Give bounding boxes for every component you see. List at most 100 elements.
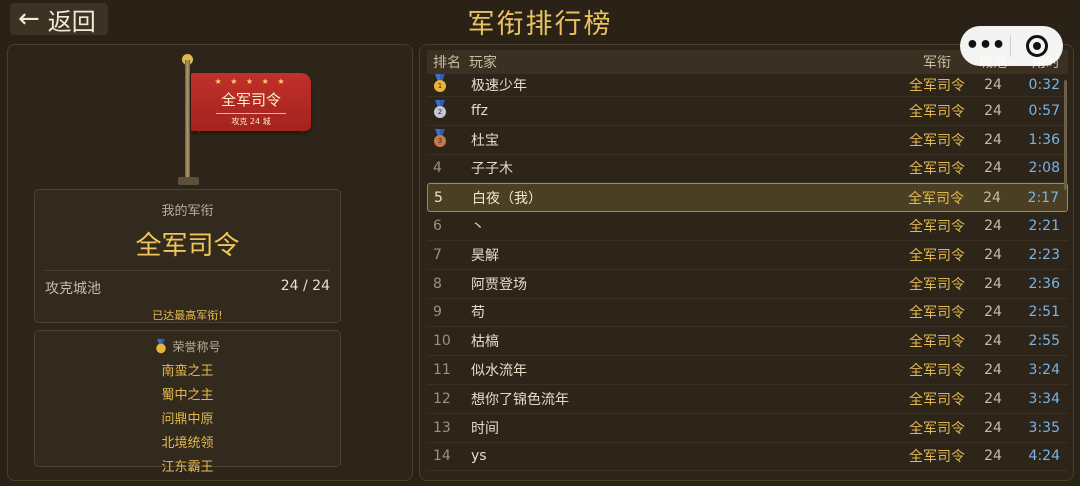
card-divider — [45, 270, 330, 271]
flag-divider — [216, 113, 286, 114]
player-name: 昊解 — [471, 247, 499, 264]
cities-value: 24 / 24 — [280, 278, 330, 294]
player-cities: 24 — [984, 160, 1002, 177]
leaderboard-list[interactable]: 1 极速少年 全军司令 24 0:32 2 ffz 全军司令 24 0:57 3 杜宝 全军司令 24 1:… — [427, 74, 1068, 472]
medal-icon — [156, 338, 167, 354]
table-row[interactable]: 9 苟 全军司令 24 2:51 — [427, 299, 1068, 328]
player-cities: 24 — [984, 304, 1002, 321]
player-title: 全军司令 — [908, 190, 964, 207]
rank-number: 10 — [433, 333, 451, 350]
table-row[interactable]: 8 阿贾登场 全军司令 24 2:36 — [427, 270, 1068, 299]
player-cities: 24 — [983, 189, 1001, 206]
table-row[interactable]: 10 枯槁 全军司令 24 2:55 — [427, 327, 1068, 357]
player-time: 3:24 — [1028, 362, 1060, 379]
table-row-self[interactable]: 5 白夜（我） 全军司令 24 2:17 — [427, 183, 1068, 213]
table-row[interactable]: 7 昊解 全军司令 24 2:23 — [427, 241, 1068, 270]
player-cities: 24 — [984, 448, 1002, 465]
rank-number: 14 — [433, 448, 451, 465]
table-row[interactable]: 14 ys 全军司令 24 4:24 — [427, 443, 1068, 472]
rank-number: 4 — [433, 160, 442, 177]
miniprogram-capsule: ••• — [960, 26, 1063, 66]
player-title: 全军司令 — [909, 449, 965, 466]
max-rank-note: 已达最高军衔! — [152, 309, 223, 322]
flag-rank: 全军司令 — [220, 91, 281, 109]
honor-item: 江东霸王 — [161, 460, 214, 475]
player-time: 0:57 — [1028, 102, 1060, 119]
player-cities: 24 — [984, 218, 1002, 235]
player-cities: 24 — [984, 77, 1002, 93]
player-name: 阿贾登场 — [471, 276, 527, 293]
honor-item: 问鼎中原 — [161, 412, 214, 427]
player-cities: 24 — [984, 275, 1002, 292]
honor-titles-header: 荣誉称号 — [35, 337, 340, 355]
table-row[interactable]: 4 子子木 全军司令 24 2:08 — [427, 155, 1068, 184]
rank-number: 6 — [433, 218, 442, 235]
medal-rank-number: 2 — [434, 105, 446, 118]
star-icons: ★ ★ ★ ★ ★ — [214, 77, 288, 86]
player-title: 全军司令 — [909, 132, 965, 149]
flag-base — [178, 177, 199, 185]
table-row[interactable]: 6 丶 全军司令 24 2:21 — [427, 212, 1068, 241]
honor-item: 南蛮之王 — [161, 364, 214, 379]
leaderboard-panel[interactable]: 排名 玩家 军衔 城池 用时 1极速少年全军司令240:322ffz全军司令24… — [419, 44, 1074, 481]
player-time: 0:32 — [1028, 77, 1060, 93]
player-time: 2:36 — [1028, 275, 1060, 292]
player-time: 2:51 — [1028, 304, 1060, 321]
player-name: 想你了锦色流年 — [471, 391, 569, 408]
player-cities: 24 — [984, 362, 1002, 379]
gold-medal-icon: 1 — [427, 74, 463, 96]
silver-medal-icon: 2 — [427, 99, 463, 122]
page-title: 军衔排行榜 — [467, 9, 613, 40]
rank-number: 13 — [433, 419, 451, 436]
table-row[interactable]: 1 极速少年 全军司令 24 0:32 — [427, 74, 1068, 97]
player-time: 2:17 — [1027, 189, 1059, 206]
rank-number: 9 — [433, 304, 442, 321]
flag-pole — [185, 60, 190, 182]
table-row[interactable]: 13 时间 全军司令 24 3:35 — [427, 414, 1068, 443]
player-title: 全军司令 — [909, 334, 965, 351]
player-cities: 24 — [984, 333, 1002, 350]
player-title: 全军司令 — [909, 276, 965, 293]
table-row[interactable]: 12 想你了锦色流年 全军司令 24 3:34 — [427, 385, 1068, 414]
flag-subtitle: 攻克 24 城 — [231, 117, 271, 126]
player-name: 枯槁 — [471, 334, 499, 351]
rank-number: 8 — [433, 275, 442, 292]
player-cities: 24 — [984, 419, 1002, 436]
player-name: 似水流年 — [471, 363, 527, 380]
player-name: ys — [471, 448, 487, 465]
rank-number: 12 — [433, 390, 451, 407]
player-name: 极速少年 — [471, 78, 527, 94]
scrollbar[interactable] — [1064, 80, 1067, 190]
player-name: ffz — [471, 102, 488, 119]
my-rank-card: 我的军衔 全军司令 攻克城池 24 / 24 已达最高军衔! — [34, 189, 341, 323]
player-time: 2:21 — [1028, 218, 1060, 235]
player-time: 1:36 — [1028, 131, 1060, 148]
player-name: 苟 — [471, 305, 485, 322]
player-title: 全军司令 — [909, 78, 965, 94]
player-time: 2:23 — [1028, 246, 1060, 263]
rank-number: 7 — [433, 246, 442, 263]
table-row[interactable]: 11 似水流年 全军司令 24 3:24 — [427, 356, 1068, 385]
player-title: 全军司令 — [909, 363, 965, 380]
player-name: 丶 — [471, 219, 485, 236]
honor-titles-card: 荣誉称号 南蛮之王 蜀中之主 问鼎中原 北境统领 江东霸王 — [34, 330, 341, 475]
player-title: 全军司令 — [909, 103, 965, 120]
cities-row: 攻克城池 24 / 24 — [35, 278, 340, 298]
player-time: 3:34 — [1028, 390, 1060, 407]
bronze-medal-icon: 3 — [427, 128, 463, 151]
table-row[interactable]: 3 杜宝 全军司令 24 1:36 — [427, 126, 1068, 155]
close-miniprogram-icon[interactable] — [1011, 35, 1063, 57]
my-rank-value: 全军司令 — [135, 231, 240, 261]
player-time: 2:08 — [1028, 160, 1060, 177]
rank-number: 11 — [433, 362, 451, 379]
more-menu-icon[interactable]: ••• — [960, 35, 1010, 57]
medal-rank-number: 3 — [434, 134, 446, 147]
cities-label: 攻克城池 — [45, 281, 101, 297]
table-row[interactable]: 2 ffz 全军司令 24 0:57 — [427, 97, 1068, 126]
my-rank-panel: ★ ★ ★ ★ ★ 全军司令 攻克 24 城 我的军衔 全军司令 攻克城池 24… — [7, 44, 413, 481]
player-name: 白夜（我） — [472, 190, 542, 207]
player-title: 全军司令 — [909, 420, 965, 437]
player-time: 2:55 — [1028, 333, 1060, 350]
header-rank: 排名 — [433, 55, 461, 71]
player-title: 全军司令 — [909, 219, 965, 236]
